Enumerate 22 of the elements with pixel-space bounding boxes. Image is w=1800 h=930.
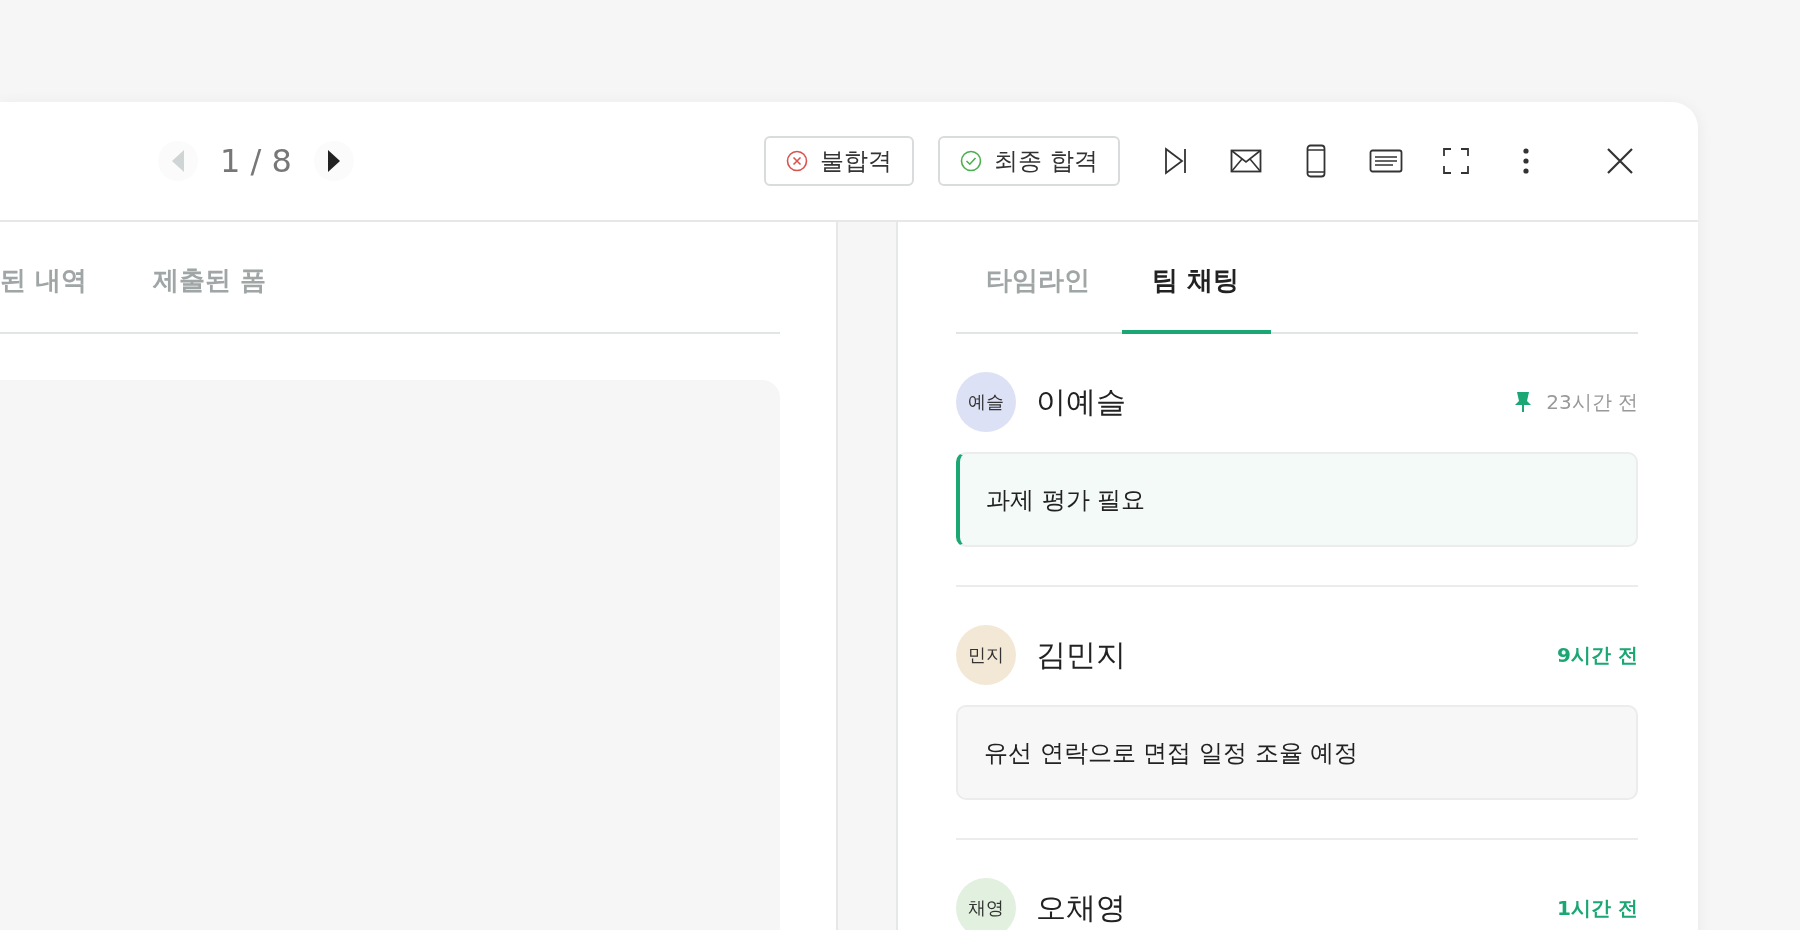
page-counter: 1 / 8	[220, 142, 292, 180]
avatar: 민지	[956, 625, 1016, 685]
caret-right-icon	[325, 148, 342, 174]
message-time: 1시간 전	[1557, 894, 1638, 922]
message-bubble: 유선 연락으로 면접 일정 조율 예정	[956, 705, 1638, 800]
avatar: 채영	[956, 878, 1016, 930]
author-name: 오채영	[1036, 888, 1126, 927]
x-circle-icon	[786, 150, 809, 172]
message-time: 23시간 전	[1546, 388, 1638, 416]
accept-button[interactable]: 최종 합격	[938, 136, 1120, 186]
tab[interactable]: 팀 채팅	[1122, 222, 1272, 334]
caret-left-icon	[170, 148, 186, 174]
author-name: 이예슬	[1036, 382, 1126, 421]
check-circle-icon	[960, 150, 983, 172]
message-time: 9시간 전	[1557, 641, 1638, 669]
avatar: 예슬	[956, 372, 1016, 432]
mail-icon[interactable]	[1228, 149, 1264, 173]
message-icon[interactable]	[1368, 149, 1404, 173]
author-name: 김민지	[1036, 635, 1126, 674]
next-button[interactable]	[313, 141, 354, 181]
reject-button[interactable]: 불합격	[764, 136, 915, 186]
message-bubble: 과제 평가 필요	[956, 452, 1638, 547]
